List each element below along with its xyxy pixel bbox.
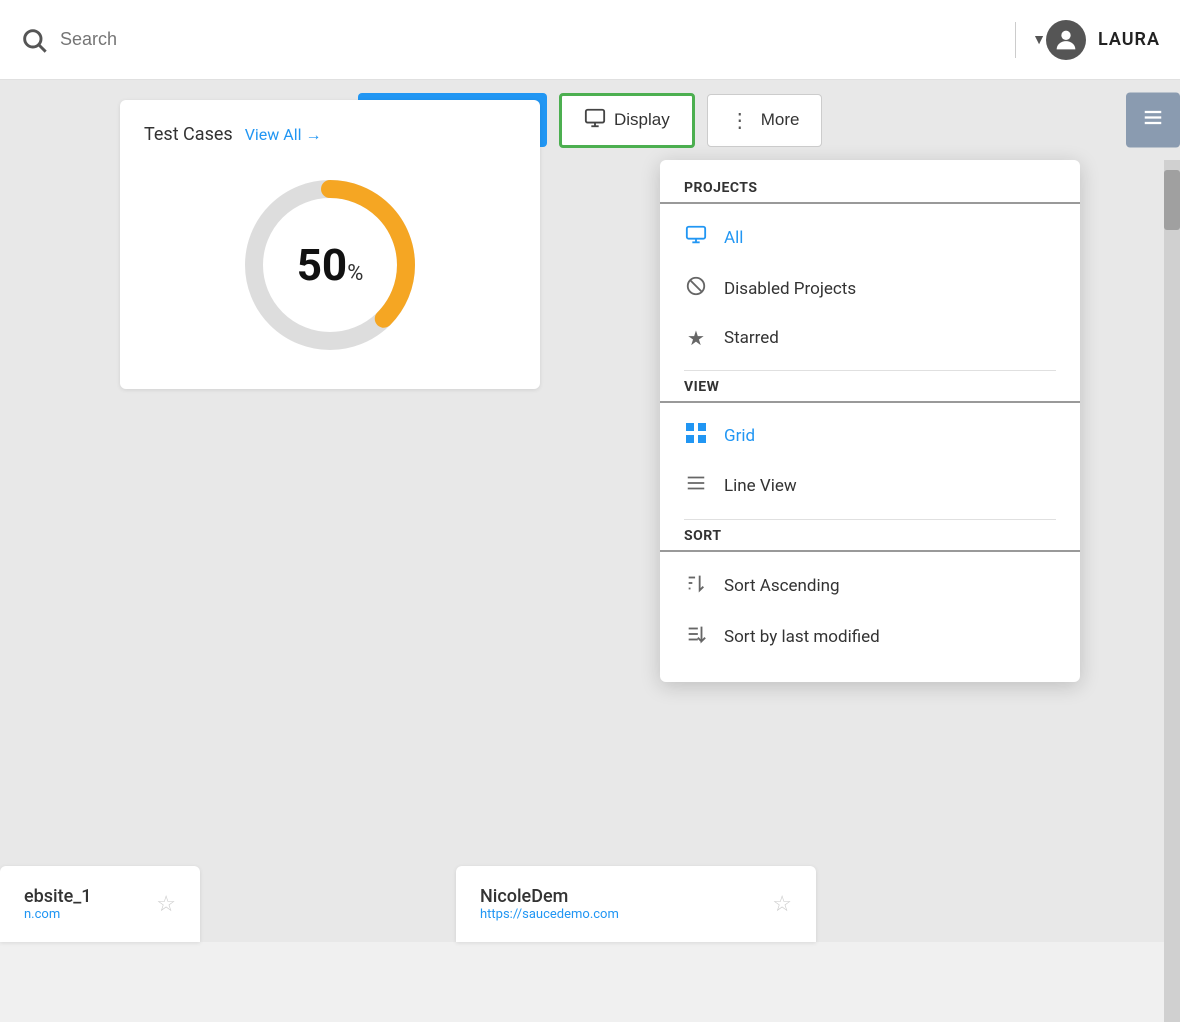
bottom-card-2-info: NicoleDem https://saucedemo.com [480,886,619,922]
donut-center: 50% [297,239,364,291]
dropdown-grid-label: Grid [724,426,755,446]
monitor-icon [584,107,606,134]
dropdown-item-grid[interactable]: Grid [660,411,1080,460]
more-dots-icon: ⋮ [730,108,751,133]
more-label: More [761,110,800,130]
scrollbar-thumb[interactable] [1164,170,1180,230]
more-button[interactable]: ⋮ More [707,94,823,147]
sort-az-icon [684,572,708,599]
disabled-icon [684,275,708,302]
main-area: + + New Project Display ⋮ More [0,80,1180,942]
dropdown-lineview-label: Line View [724,476,797,496]
donut-percent-sign: % [347,261,363,286]
dropdown-item-sort-modified[interactable]: Sort by last modified [660,611,1080,662]
dropdown-disabled-label: Disabled Projects [724,279,856,299]
divider-1 [684,370,1056,371]
view-section-title: VIEW [660,379,1080,403]
test-cases-label: Test Cases [144,124,233,145]
bottom-card-2: NicoleDem https://saucedemo.com ☆ [456,866,816,942]
star-icon-1[interactable]: ☆ [156,892,176,917]
lines-icon [684,472,708,499]
display-label: Display [614,110,670,130]
bottom-card-1-url[interactable]: n.com [24,907,92,922]
dropdown-item-all[interactable]: All [660,212,1080,263]
view-all-link[interactable]: View All → [245,125,322,145]
dropdown-item-disabled[interactable]: Disabled Projects [660,263,1080,314]
project-card: Test Cases View All → 50% [120,100,540,389]
star-filled-icon: ★ [684,326,708,350]
dropdown-item-starred[interactable]: ★ Starred [660,314,1080,362]
user-name: LAURA [1098,29,1160,50]
dropdown-all-label: All [724,228,743,248]
projects-section-title: PROJECTS [660,180,1080,204]
bottom-card-1-name: ebsite_1 [24,886,92,907]
bottom-cards-row: ebsite_1 n.com ☆ NicoleDem https://sauce… [0,822,1164,942]
star-icon-2[interactable]: ☆ [772,892,792,917]
list-view-button[interactable] [1126,93,1180,148]
bottom-card-2-url[interactable]: https://saucedemo.com [480,907,619,922]
avatar [1046,20,1086,60]
dropdown-sort-modified-label: Sort by last modified [724,627,880,647]
dropdown-sort-asc-label: Sort Ascending [724,576,840,596]
donut-percent-value: 50 [297,239,348,291]
card-test-cases-header: Test Cases View All → [144,124,516,145]
dropdown-starred-label: Starred [724,328,779,348]
dropdown-item-lineview[interactable]: Line View [660,460,1080,511]
bottom-card-1-info: ebsite_1 n.com [24,886,92,922]
search-divider [1015,22,1016,58]
dropdown-item-sort-ascending[interactable]: Sort Ascending [660,560,1080,611]
search-icon [20,26,48,54]
divider-2 [684,519,1056,520]
donut-chart: 50% [230,165,430,365]
search-bar: ▼ LAURA [0,0,1180,80]
user-area: LAURA [1046,20,1160,60]
search-input[interactable] [60,29,999,50]
display-button[interactable]: Display [559,93,695,148]
bottom-card-2-name: NicoleDem [480,886,619,907]
scrollbar-track [1164,160,1180,1022]
bottom-card-1: ebsite_1 n.com ☆ [0,866,200,942]
sort-section-title: SORT [660,528,1080,552]
grid-icon [684,423,708,448]
list-icon [1142,113,1164,133]
monitor-small-icon [684,224,708,251]
sort-modified-icon [684,623,708,650]
display-dropdown: PROJECTS All Disabled Projects ★ [660,160,1080,682]
search-dropdown-arrow[interactable]: ▼ [1032,31,1046,48]
